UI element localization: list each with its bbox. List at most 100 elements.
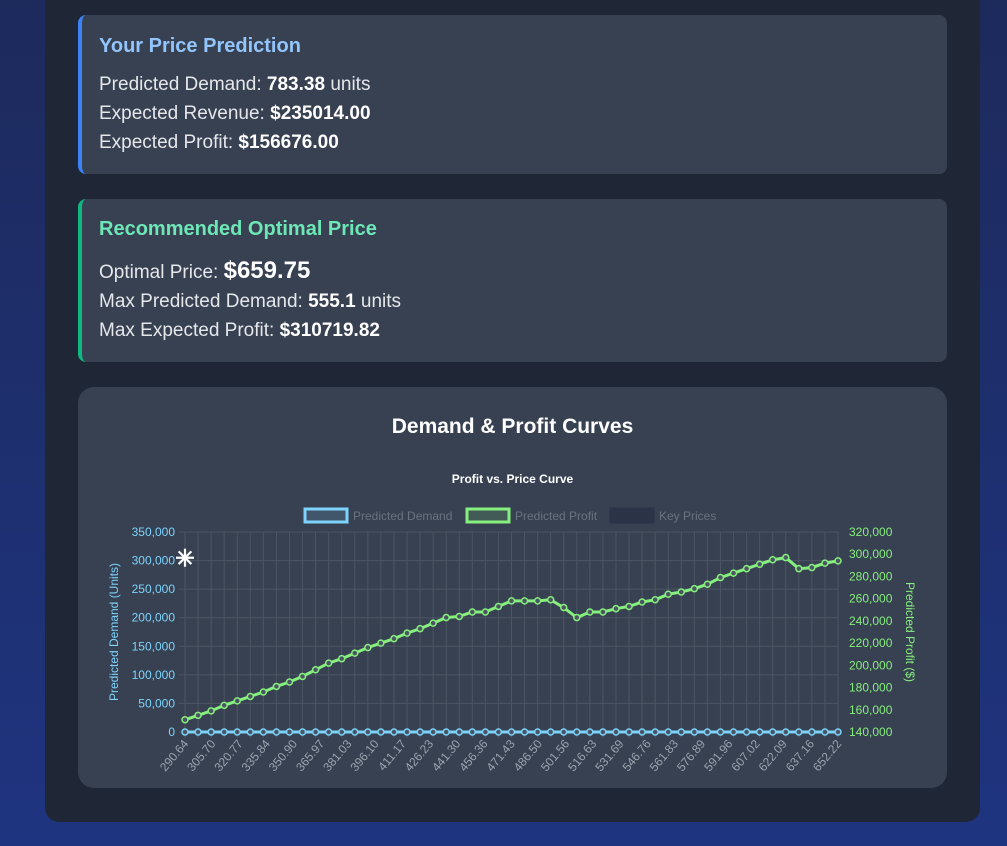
x-tick-label: 471.43 [483,737,518,774]
demand-point [651,728,659,736]
y-left-tick-label: 200,000 [132,611,176,625]
y-right-tick-label: 280,000 [849,569,893,583]
profit-point [834,557,842,565]
demand-point [207,728,215,736]
y-right-axis-title: Predicted Profit ($) [903,582,917,682]
demand-point [834,728,842,736]
profit-point [586,608,594,616]
profit-point [337,654,346,663]
y-right-tick-label: 160,000 [849,703,893,717]
x-tick-label: 652.22 [810,737,845,774]
price-prediction-card: Your Price Prediction Predicted Demand: … [78,15,947,174]
profit-point [533,597,542,605]
demand-point [586,728,594,736]
profit-point [364,643,372,652]
demand-point [546,728,555,736]
demand-point [808,728,816,736]
demand-point [324,728,333,736]
profit-point [377,639,385,647]
x-tick-label: 365.97 [293,737,328,774]
demand-point [795,728,803,736]
y-left-tick-label: 150,000 [132,639,176,653]
profit-point [481,608,490,616]
profit-point [573,613,581,622]
demand-point [194,728,202,736]
profit-point [181,716,189,724]
price-prediction-title: Your Price Prediction [99,35,301,57]
x-tick-label: 350.90 [266,737,301,774]
profit-point [207,707,215,715]
profit-point [768,556,777,564]
y-right-tick-label: 180,000 [849,681,893,695]
profit-point [690,584,699,593]
x-tick-label: 456.36 [456,737,491,774]
profit-point [311,666,320,674]
demand-point [416,728,424,736]
demand-point [677,728,686,736]
demand-point [533,728,542,736]
profit-point [559,603,568,612]
demand-point [755,728,764,736]
demand-point [664,728,672,736]
demand-point [403,728,411,736]
profit-point [808,563,816,572]
profit-point [755,560,764,568]
demand-point [768,728,777,736]
x-tick-label: 486.50 [511,737,546,774]
demand-point [716,728,725,736]
demand-point [703,728,712,736]
demand-point [390,728,398,736]
y-right-tick-label: 220,000 [849,636,893,650]
y-right-tick-label: 320,000 [849,525,893,539]
predicted-demand-unit: units [325,74,371,95]
y-left-tick-label: 250,000 [132,582,176,596]
x-tick-label: 637.16 [783,737,818,774]
legend-profit-swatch [465,507,511,524]
demand-point [690,728,699,736]
demand-point [246,728,255,736]
legend-key-prices-label: Key Prices [659,509,716,523]
y-left-axis-title: Predicted Demand (Units) [107,563,121,701]
predicted-demand-label: Predicted Demand: [99,74,267,95]
profit-point [220,701,228,710]
x-tick-label: 622.09 [756,737,791,774]
profit-point [233,697,241,705]
profit-point [520,597,529,605]
demand-point [559,728,568,736]
legend-demand-label: Predicted Demand [353,509,452,523]
profit-point [455,612,464,621]
x-tick-label: 381.03 [320,737,355,774]
profit-point [546,596,555,604]
x-tick-label: 607.02 [728,737,763,774]
profit-point [795,564,803,573]
profit-point [782,553,790,562]
demand-point [481,728,490,736]
optimal-price-label: Optimal Price: [99,262,224,283]
demand-point [337,728,346,736]
demand-point [599,728,607,736]
demand-point [181,728,189,736]
x-tick-label: 426.23 [402,737,437,774]
optimal-price-card: Recommended Optimal Price Optimal Price:… [78,199,947,362]
y-left-tick-label: 100,000 [132,668,176,682]
expected-profit-value: $156676.00 [238,132,339,153]
demand-point [612,728,620,736]
profit-point [612,604,620,613]
legend-key-prices-swatch [609,507,655,524]
demand-point [742,728,751,736]
demand-point [468,728,477,736]
profit-point [821,559,829,567]
y-left-tick-label: 300,000 [132,554,176,568]
demand-point [494,728,503,736]
profit-point [625,602,633,611]
profit-point [677,588,686,596]
x-tick-label: 576.89 [674,737,709,774]
chart-card: Demand & Profit Curves Profit vs. Price … [78,387,947,788]
y-right-tick-label: 300,000 [849,547,893,561]
profit-point [742,564,751,573]
demand-point [573,728,581,736]
x-tick-label: 516.63 [565,737,600,774]
x-tick-label: 531.69 [592,737,627,774]
profit-point [442,613,450,622]
y-left-tick-label: 50,000 [138,696,175,710]
